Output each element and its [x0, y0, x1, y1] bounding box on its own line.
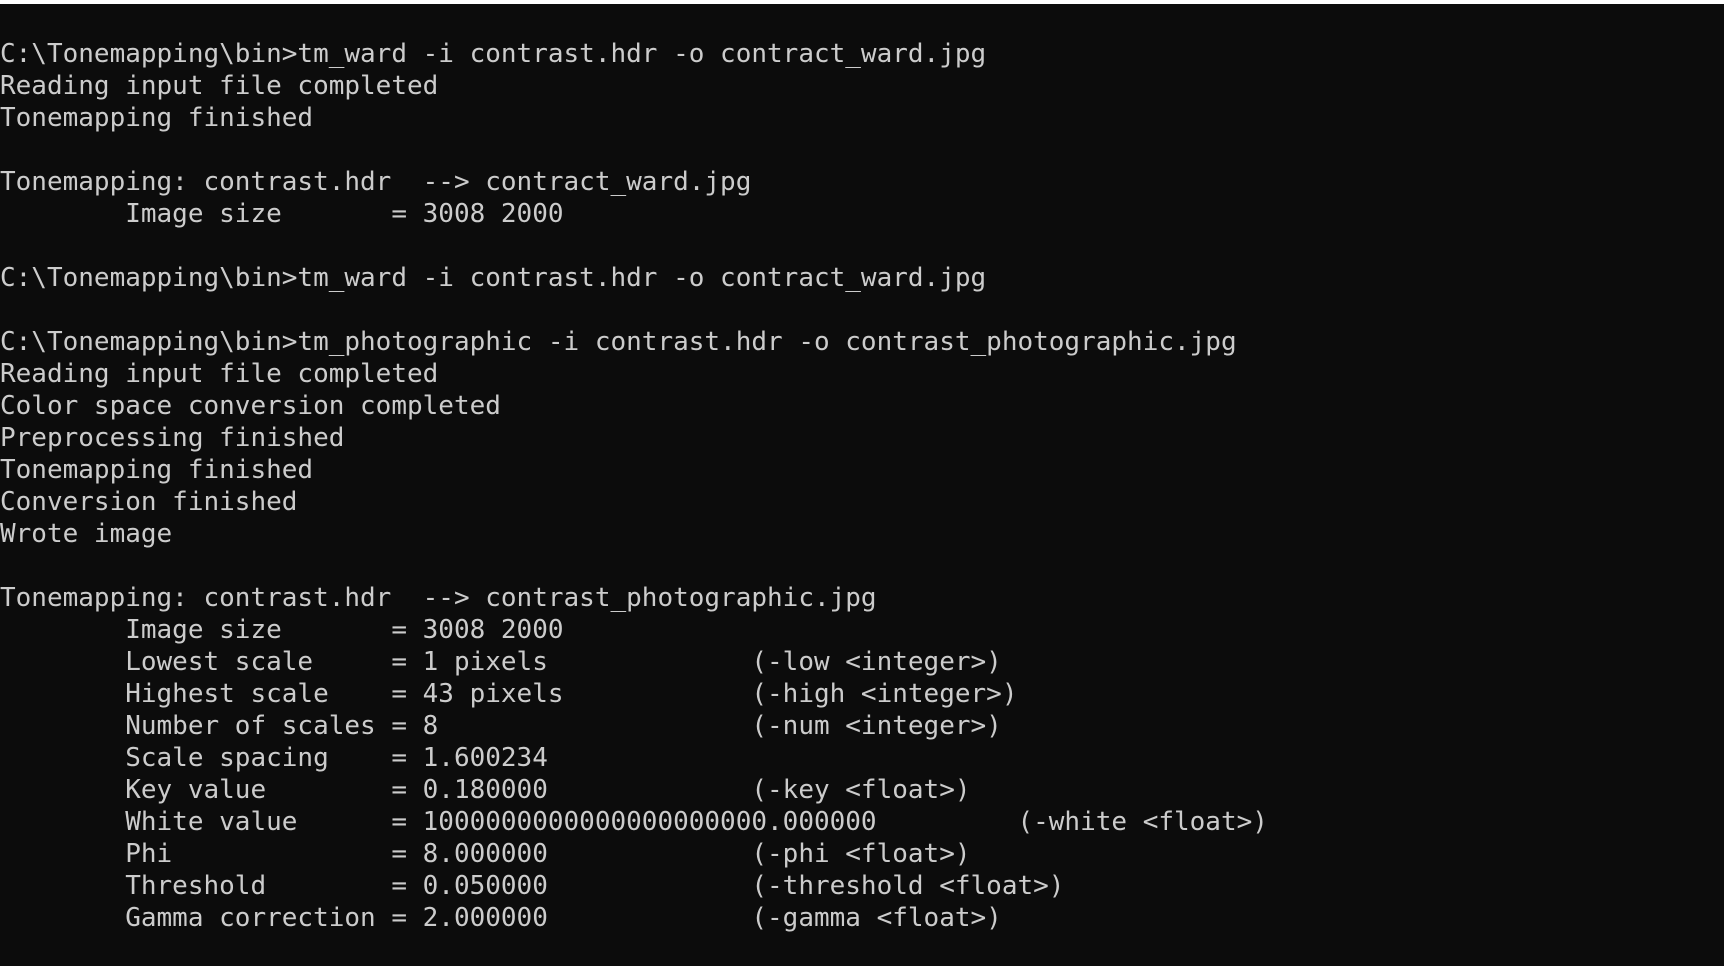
terminal-window[interactable]: C:\Tonemapping\bin>tm_ward -i contrast.h… — [0, 4, 1724, 966]
parameter-line: Phi = 8.000000 (-phi <float>) — [0, 839, 971, 869]
output-line: Reading input file completed — [0, 359, 439, 389]
output-line: Image size = 3008 2000 — [0, 199, 564, 229]
command-line: C:\Tonemapping\bin>tm_ward -i contrast.h… — [0, 39, 987, 69]
parameter-line: Scale spacing = 1.600234 — [0, 743, 548, 773]
command-line: C:\Tonemapping\bin>tm_ward -i contrast.h… — [0, 263, 987, 293]
parameter-line: Highest scale = 43 pixels (-high <intege… — [0, 679, 1018, 709]
output-line: Tonemapping finished — [0, 103, 314, 133]
output-line: Conversion finished — [0, 487, 298, 517]
parameter-line: White value = 1000000000000000000000.000… — [0, 807, 1268, 837]
terminal-output: C:\Tonemapping\bin>tm_ward -i contrast.h… — [0, 38, 1720, 934]
parameter-line: Threshold = 0.050000 (-threshold <float>… — [0, 871, 1065, 901]
output-line: Preprocessing finished — [0, 423, 345, 453]
output-line: Reading input file completed — [0, 71, 439, 101]
parameter-line: Key value = 0.180000 (-key <float>) — [0, 775, 971, 805]
output-line: Wrote image — [0, 519, 173, 549]
output-line: Tonemapping: contrast.hdr --> contract_w… — [0, 167, 752, 197]
output-line: Tonemapping: contrast.hdr --> contrast_p… — [0, 583, 877, 613]
command-line: C:\Tonemapping\bin>tm_photographic -i co… — [0, 327, 1237, 357]
parameter-line: Gamma correction = 2.000000 (-gamma <flo… — [0, 903, 1002, 933]
output-line: Tonemapping finished — [0, 455, 314, 485]
parameter-line: Lowest scale = 1 pixels (-low <integer>) — [0, 647, 1002, 677]
output-line: Color space conversion completed — [0, 391, 501, 421]
parameter-line: Image size = 3008 2000 — [0, 615, 564, 645]
parameter-line: Number of scales = 8 (-num <integer>) — [0, 711, 1002, 741]
